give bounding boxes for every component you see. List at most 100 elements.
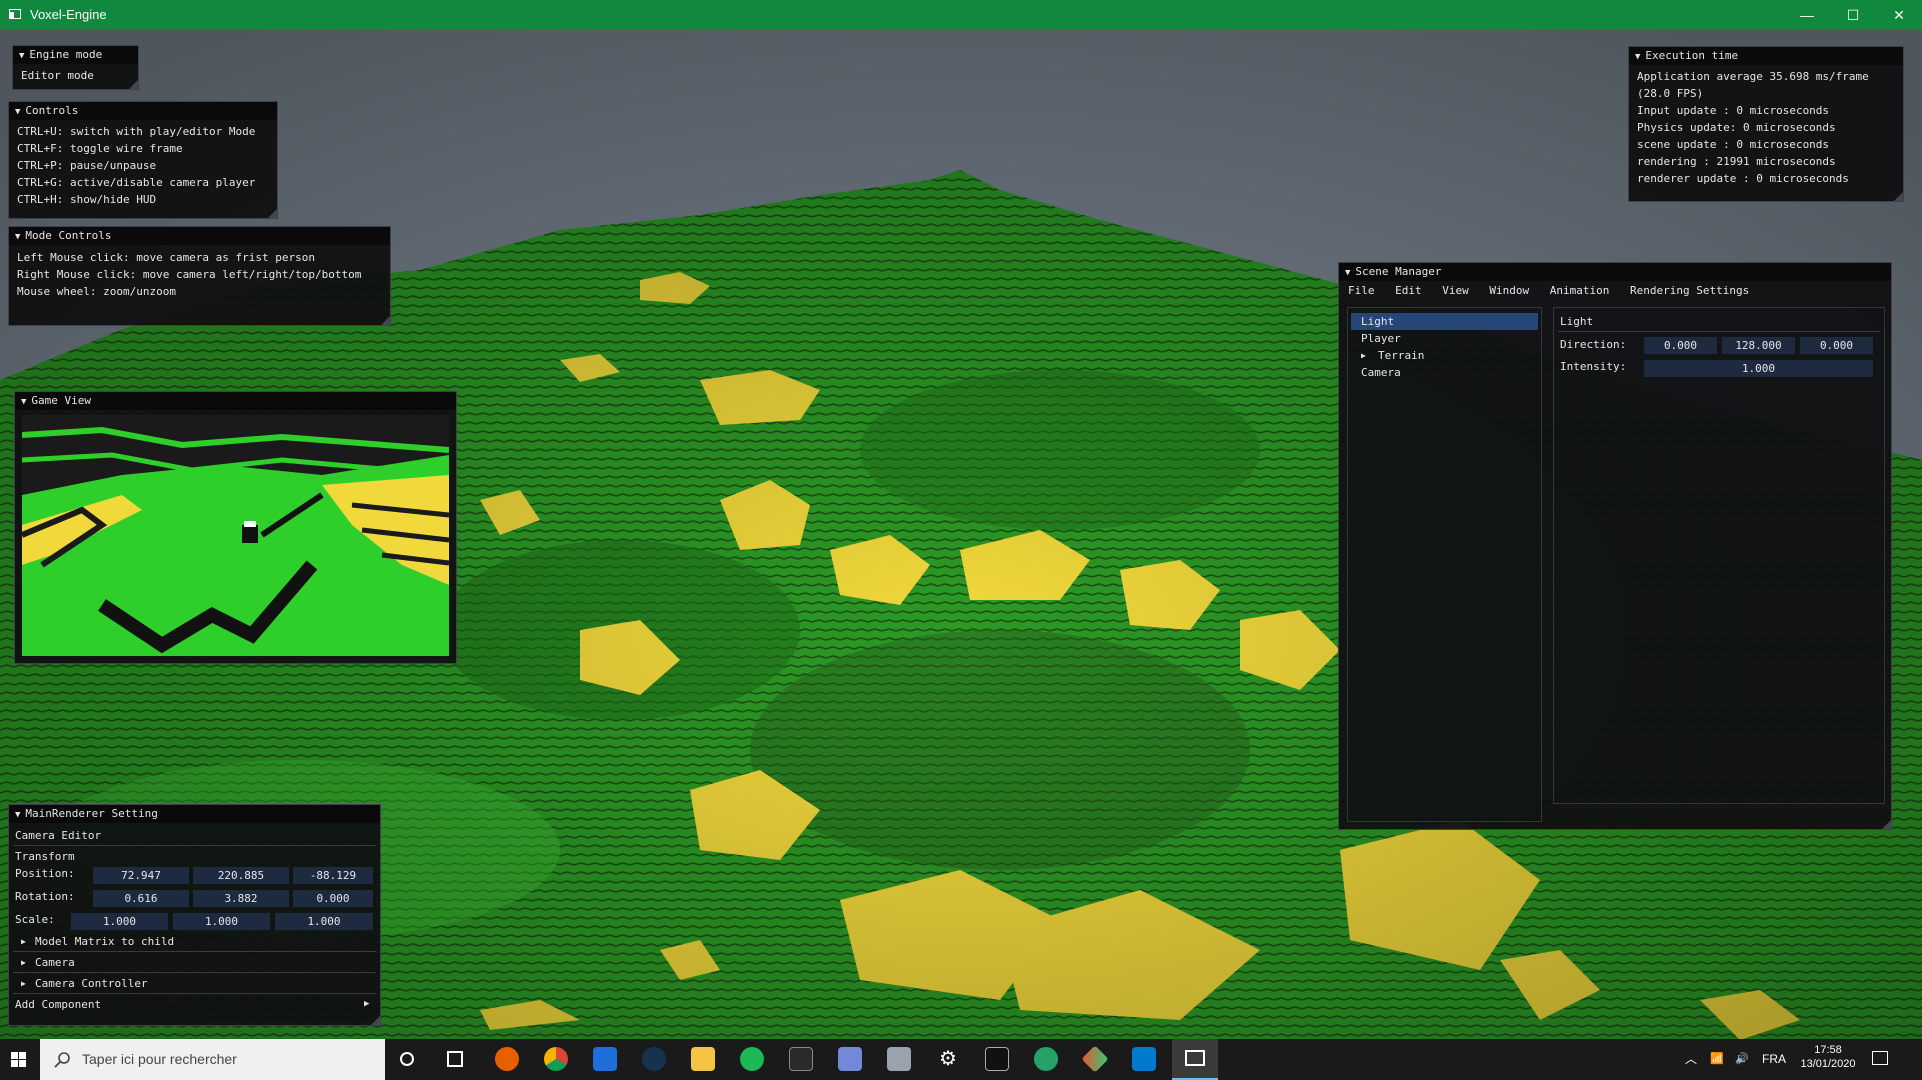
execution-time-header[interactable]: ▼ Execution time [1629,47,1903,65]
voxel-engine-taskbar-item[interactable] [1172,1039,1218,1080]
resize-grip-icon[interactable] [1882,820,1891,829]
collapse-triangle-icon[interactable]: ▼ [15,228,20,246]
engine-mode-header[interactable]: ▼ Engine mode [13,46,138,64]
cortana-icon[interactable] [400,1052,414,1066]
taskbar-search-box[interactable]: Taper ici pour rechercher [40,1039,385,1080]
intensity-field[interactable]: 1.000 [1644,360,1873,377]
rotation-y-field[interactable]: 3.882 [193,890,289,907]
scene-manager-header[interactable]: ▼ Scene Manager [1339,263,1891,281]
menu-edit[interactable]: Edit [1395,284,1422,297]
menu-animation[interactable]: Animation [1550,284,1610,297]
search-icon [54,1052,70,1068]
controls-header[interactable]: ▼ Controls [9,102,277,120]
direction-y-field[interactable]: 128.000 [1722,337,1795,354]
title-bar: Voxel-Engine — ☐ ✕ [0,0,1922,30]
engine-mode-panel: ▼ Engine mode Editor mode [12,45,139,90]
direction-x-field[interactable]: 0.000 [1644,337,1717,354]
camera-node[interactable]: Camera [35,954,75,971]
add-component-button[interactable]: Add Component [15,996,101,1013]
menu-window[interactable]: Window [1489,284,1529,297]
task-view-icon[interactable] [447,1051,463,1067]
notification-icon[interactable] [1872,1051,1888,1065]
scene-manager-menubar: File Edit View Window Animation Renderin… [1339,281,1891,301]
mode-controls-header[interactable]: ▼ Mode Controls [9,227,390,245]
direction-z-field[interactable]: 0.000 [1800,337,1873,354]
menu-rendering-settings[interactable]: Rendering Settings [1630,284,1749,297]
tree-item-terrain[interactable]: Terrain [1351,347,1424,364]
maximize-button[interactable]: ☐ [1830,0,1876,30]
network-icon[interactable]: 📶 [1710,1039,1724,1080]
chrome-icon[interactable] [544,1047,568,1071]
app-icon [9,9,21,19]
volume-icon[interactable]: 🔊 [1735,1039,1749,1080]
add-component-arrow-icon[interactable]: ▶ [364,996,369,1013]
window-icon [1185,1050,1205,1066]
firefox-icon[interactable] [495,1047,519,1071]
main-renderer-panel: ▼ MainRenderer Setting Camera Editor Tran… [8,804,381,1026]
close-button[interactable]: ✕ [1876,0,1922,30]
chat-app-icon[interactable] [593,1047,617,1071]
collapse-triangle-icon[interactable]: ▼ [21,393,26,411]
controls-panel: ▼ Controls CTRL+U: switch with play/edito… [8,101,278,219]
resize-grip-icon[interactable] [371,1016,380,1025]
spotify-icon[interactable] [740,1047,764,1071]
mode-controls-line: Mouse wheel: zoom/unzoom [17,285,176,298]
game-view-header[interactable]: ▼ Game View [15,392,456,410]
windows-logo-icon [11,1052,18,1059]
position-x-field[interactable]: 72.947 [93,867,189,884]
resize-grip-icon[interactable] [268,209,277,218]
model-matrix-node[interactable]: Model Matrix to child [35,933,174,950]
collapse-triangle-icon[interactable]: ▼ [1635,48,1640,66]
collapse-triangle-icon[interactable]: ▼ [19,47,24,65]
rotation-z-field[interactable]: 0.000 [293,890,373,907]
collapse-triangle-icon[interactable]: ▼ [1345,264,1350,282]
tree-item-player[interactable]: Player [1351,330,1401,347]
controls-line: CTRL+G: active/disable camera player [17,176,256,189]
menu-file[interactable]: File [1348,284,1375,297]
steam-icon[interactable] [642,1047,666,1071]
language-indicator[interactable]: FRA [1762,1039,1786,1080]
main-renderer-header[interactable]: ▼ MainRenderer Setting [9,805,380,823]
rotation-x-field[interactable]: 0.616 [93,890,189,907]
position-y-field[interactable]: 220.885 [193,867,289,884]
resize-grip-icon[interactable] [381,316,390,325]
terminal-icon[interactable] [985,1047,1009,1071]
scale-z-field[interactable]: 1.000 [275,913,373,930]
expand-arrow-icon[interactable]: ▶ [21,933,26,950]
start-button[interactable] [0,1039,40,1080]
git-kraken-icon[interactable] [1081,1045,1109,1073]
execution-time-line: scene update : 0 microseconds [1637,138,1830,151]
tree-item-light[interactable]: Light [1351,313,1538,330]
expand-arrow-icon[interactable]: ▶ [21,975,26,992]
network-app-icon[interactable] [1034,1047,1058,1071]
discord-icon[interactable] [838,1047,862,1071]
clock[interactable]: 17:58 13/01/2020 [1796,1039,1860,1080]
execution-time-line: Application average 35.698 ms/frame [1637,70,1869,83]
settings-gear-icon[interactable]: ⚙ [936,1047,960,1071]
direction-label: Direction: [1560,338,1627,351]
collapse-triangle-icon[interactable]: ▼ [15,103,20,121]
mode-controls-title: Mode Controls [25,229,112,242]
epic-games-icon[interactable] [789,1047,813,1071]
position-z-field[interactable]: -88.129 [293,867,373,884]
tree-item-camera[interactable]: Camera [1351,364,1401,381]
execution-time-panel: ▼ Execution time Application average 35.6… [1628,46,1904,202]
menu-view[interactable]: View [1442,284,1469,297]
controls-title: Controls [25,104,79,117]
vscode-icon[interactable] [1132,1047,1156,1071]
windows-logo-icon-part [19,1060,26,1067]
scale-y-field[interactable]: 1.000 [173,913,270,930]
scale-x-field[interactable]: 1.000 [71,913,168,930]
divider [1558,331,1880,332]
app-icon[interactable] [887,1047,911,1071]
expand-arrow-icon[interactable]: ▶ [21,954,26,971]
collapse-triangle-icon[interactable]: ▼ [15,806,20,824]
file-explorer-icon[interactable] [691,1047,715,1071]
camera-controller-node[interactable]: Camera Controller [35,975,148,992]
show-hidden-icons-icon[interactable]: ︿ [1685,1039,1697,1080]
window-title: Voxel-Engine [30,7,107,22]
resize-grip-icon[interactable] [1894,192,1903,201]
game-view-render[interactable] [22,415,449,656]
resize-grip-icon[interactable] [129,80,138,89]
minimize-button[interactable]: — [1784,0,1830,30]
